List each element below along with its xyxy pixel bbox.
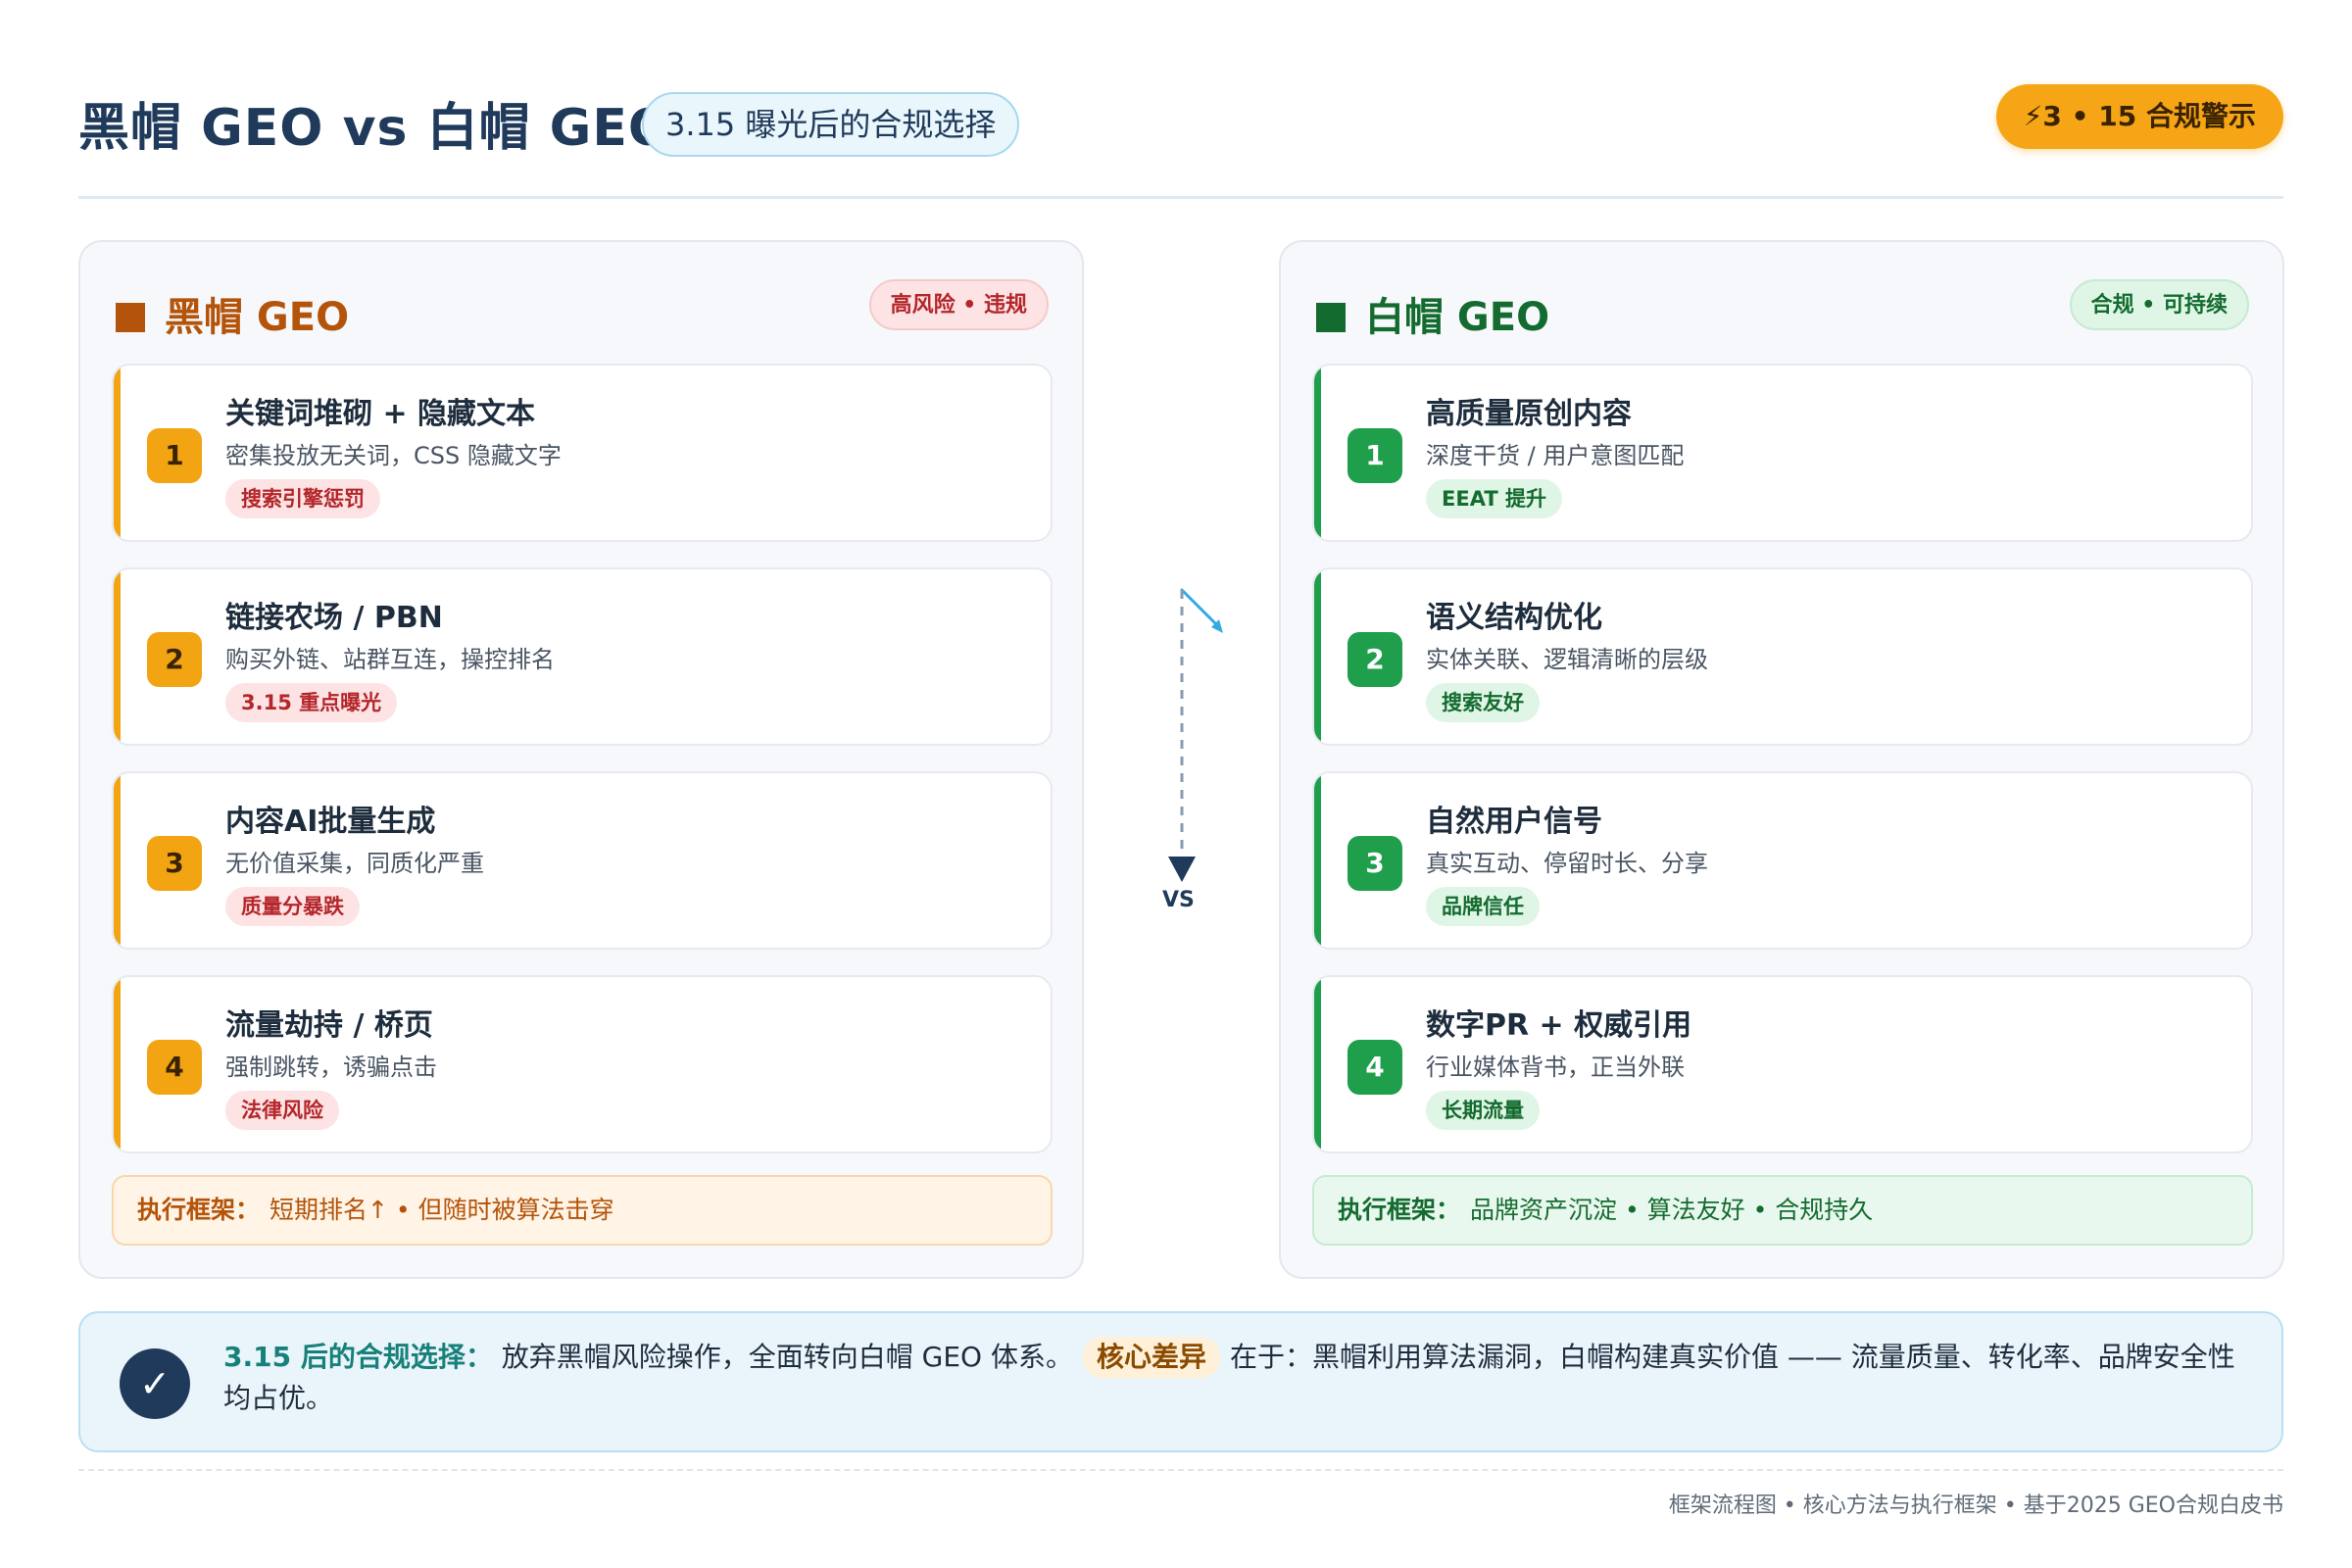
risk-badge: 高风险 • 违规	[868, 279, 1049, 330]
card-tag: 法律风险	[225, 1091, 339, 1130]
white-hat-framework: 执行框架： 品牌资产沉淀 • 算法友好 • 合规持久	[1312, 1175, 2253, 1246]
white-hat-title-text: 白帽 GEO	[1365, 295, 1550, 340]
card-description: 深度干货 / 用户意图匹配	[1426, 442, 1685, 469]
card-title: 数字PR + 权威引用	[1426, 1008, 1692, 1043]
down-arrow-icon	[1168, 857, 1196, 882]
summary-text-1: 放弃黑帽风险操作，全面转向白帽 GEO 体系。	[501, 1341, 1073, 1373]
step-number: 3	[1348, 836, 1402, 891]
white-hat-card: 2 语义结构优化 实体关联、逻辑清晰的层级 搜索友好	[1312, 567, 2253, 746]
card-description: 强制跳转，诱骗点击	[225, 1054, 437, 1081]
card-accent-bar	[1314, 569, 1321, 744]
card-accent-bar	[1314, 366, 1321, 540]
footer-divider	[78, 1469, 2283, 1471]
header: 黑帽 GEO vs 白帽 GEO 3.15 曝光后的合规选择 ⚡3 • 15 合…	[78, 82, 2283, 200]
card-tag: EEAT 提升	[1426, 479, 1562, 518]
card-accent-bar	[114, 977, 121, 1152]
card-tag: 质量分暴跌	[225, 887, 360, 926]
step-number: 4	[1348, 1040, 1402, 1095]
framework-label: 执行框架：	[1338, 1196, 1461, 1224]
white-hat-card: 3 自然用户信号 真实互动、停留时长、分享 品牌信任	[1312, 771, 2253, 950]
card-accent-bar	[1314, 773, 1321, 948]
card-description: 行业媒体背书，正当外联	[1426, 1054, 1685, 1081]
card-tag: 3.15 重点曝光	[225, 683, 398, 722]
footer-caption: 框架流程图 • 核心方法与执行框架 • 基于2025 GEO合规白皮书	[1668, 1494, 2283, 1518]
summary-box: ✓ 3.15 后的合规选择： 放弃黑帽风险操作，全面转向白帽 GEO 体系。 核心…	[78, 1311, 2283, 1452]
framework-text: 短期排名↑ • 但随时被算法击穿	[270, 1196, 614, 1224]
black-hat-framework: 执行框架： 短期排名↑ • 但随时被算法击穿	[112, 1175, 1053, 1246]
card-description: 购买外链、站群互连，操控排名	[225, 646, 555, 673]
compliance-badge: 合规 • 可持续	[2069, 279, 2249, 330]
card-title: 链接农场 / PBN	[225, 601, 443, 635]
card-title: 流量劫持 / 桥页	[225, 1008, 433, 1043]
checkmark-icon: ✓	[120, 1348, 190, 1419]
step-number: 4	[147, 1040, 202, 1095]
card-tag: 搜索友好	[1426, 683, 1540, 722]
black-hat-card: 2 链接农场 / PBN 购买外链、站群互连，操控排名 3.15 重点曝光	[112, 567, 1053, 746]
square-icon	[116, 303, 145, 332]
vs-connector	[1168, 588, 1223, 882]
subtitle-pill: 3.15 曝光后的合规选择	[642, 92, 1020, 157]
card-accent-bar	[114, 773, 121, 948]
vs-label: VS	[1162, 888, 1195, 912]
card-description: 实体关联、逻辑清晰的层级	[1426, 646, 1708, 673]
white-hat-card: 1 高质量原创内容 深度干货 / 用户意图匹配 EEAT 提升	[1312, 364, 2253, 542]
card-tag: 长期流量	[1426, 1091, 1540, 1130]
card-description: 无价值采集，同质化严重	[225, 850, 484, 877]
black-hat-card: 1 关键词堆砌 + 隐藏文本 密集投放无关词，CSS 隐藏文字 搜索引擎惩罚	[112, 364, 1053, 542]
step-number: 3	[147, 836, 202, 891]
page-title: 黑帽 GEO vs 白帽 GEO	[78, 99, 673, 158]
white-hat-card: 4 数字PR + 权威引用 行业媒体背书，正当外联 长期流量	[1312, 975, 2253, 1153]
step-number: 2	[1348, 632, 1402, 687]
card-title: 高质量原创内容	[1426, 397, 1632, 431]
card-description: 真实互动、停留时长、分享	[1426, 850, 1708, 877]
square-icon	[1316, 303, 1346, 332]
framework-text: 品牌资产沉淀 • 算法友好 • 合规持久	[1470, 1196, 1874, 1224]
card-accent-bar	[114, 366, 121, 540]
card-tag: 品牌信任	[1426, 887, 1540, 926]
card-accent-bar	[114, 569, 121, 744]
card-title: 内容AI批量生成	[225, 805, 436, 839]
black-hat-panel: 黑帽 GEO 高风险 • 违规 1 关键词堆砌 + 隐藏文本 密集投放无关词，C…	[78, 240, 1084, 1279]
card-accent-bar	[1314, 977, 1321, 1152]
step-number: 2	[147, 632, 202, 687]
summary-text: 3.15 后的合规选择： 放弃黑帽风险操作，全面转向白帽 GEO 体系。 核心差异…	[223, 1337, 2242, 1419]
summary-lead: 3.15 后的合规选择：	[223, 1341, 493, 1373]
black-hat-title: 黑帽 GEO	[116, 285, 349, 342]
step-number: 1	[1348, 428, 1402, 483]
white-hat-panel: 白帽 GEO 合规 • 可持续 1 高质量原创内容 深度干货 / 用户意图匹配 …	[1279, 240, 2284, 1279]
step-number: 1	[147, 428, 202, 483]
card-title: 关键词堆砌 + 隐藏文本	[225, 397, 536, 431]
compliance-alert-badge: ⚡3 • 15 合规警示	[1995, 84, 2283, 149]
header-divider	[78, 196, 2283, 199]
black-hat-card: 4 流量劫持 / 桥页 强制跳转，诱骗点击 法律风险	[112, 975, 1053, 1153]
white-hat-title: 白帽 GEO	[1316, 285, 1549, 342]
card-title: 语义结构优化	[1426, 601, 1602, 635]
card-description: 密集投放无关词，CSS 隐藏文字	[225, 442, 562, 469]
card-tag: 搜索引擎惩罚	[225, 479, 380, 518]
card-title: 自然用户信号	[1426, 805, 1602, 839]
core-difference-highlight: 核心差异	[1082, 1337, 1220, 1378]
framework-label: 执行框架：	[137, 1196, 261, 1224]
black-hat-title-text: 黑帽 GEO	[165, 295, 350, 340]
connector-arc	[1180, 588, 1219, 627]
black-hat-card: 3 内容AI批量生成 无价值采集，同质化严重 质量分暴跌	[112, 771, 1053, 950]
